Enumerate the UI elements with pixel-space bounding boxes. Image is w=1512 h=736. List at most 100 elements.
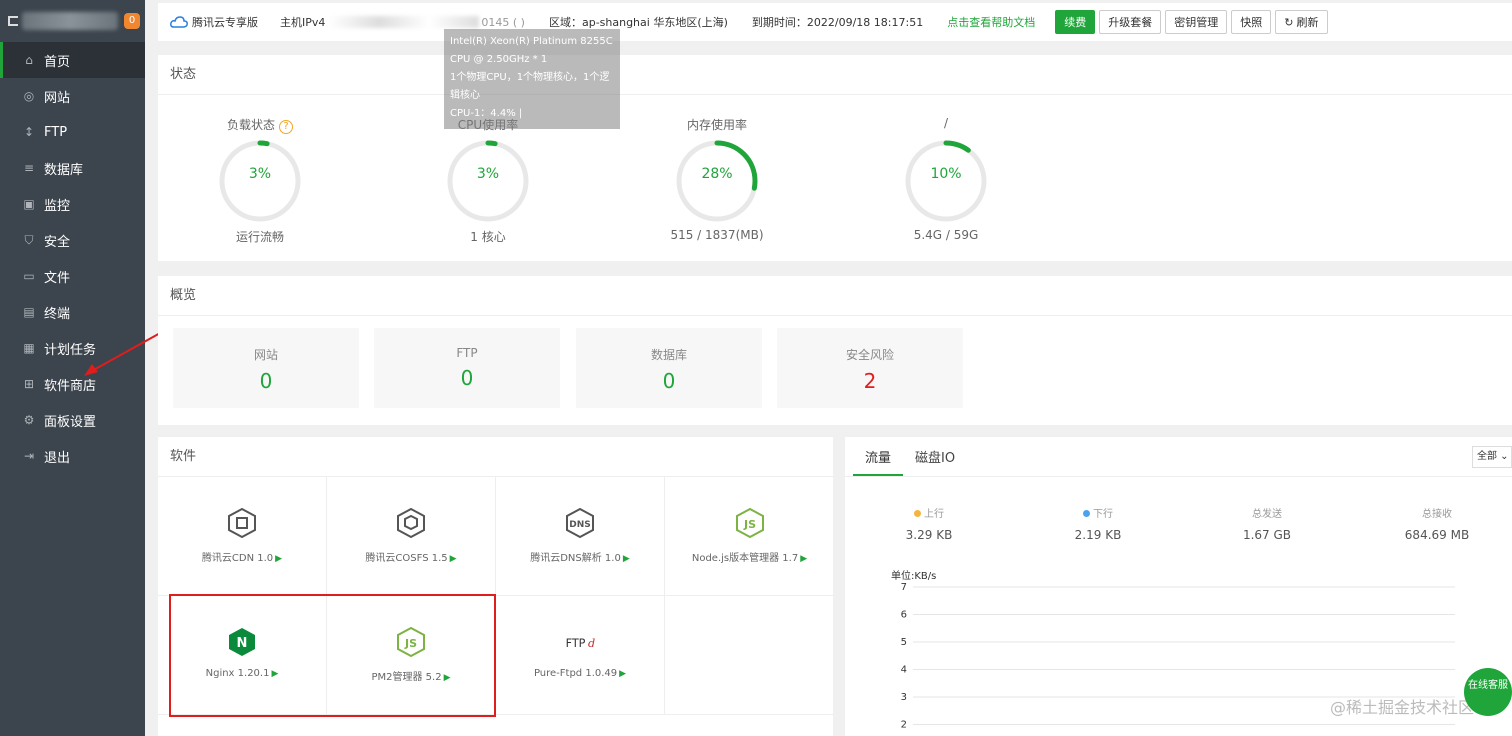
software-item-dns[interactable]: DNS 腾讯云DNS解析 1.0 ▶ [496, 477, 665, 596]
annotation-arrow [84, 331, 163, 376]
gauge-cpu[interactable]: CPU使用率 3% 1 核心 [418, 116, 558, 245]
status-title: 状态 [158, 55, 1512, 95]
gauge-label: / [943, 116, 949, 130]
card-label: 数据库 [650, 348, 687, 362]
nodejs-icon: JS [734, 507, 766, 539]
notification-badge[interactable]: 0 [124, 13, 140, 29]
chart-y-tick: 3 [901, 692, 907, 703]
traffic-panel: 流量 磁盘IO 全部 ⌄ 上行 3.29 KB 下行 2.19 KB 总发送 1… [845, 437, 1512, 736]
gauge-label: 负载状态 [226, 118, 275, 132]
software-item-cosfs[interactable]: 腾讯云COSFS 1.5 ▶ [327, 477, 496, 596]
annotation-highlight-box [169, 594, 496, 717]
sidebar-item-label: 终端 [44, 306, 71, 322]
software-name: Node.js版本管理器 1.7 [691, 553, 799, 564]
sidebar-item-home[interactable]: ⌂ 首页 [0, 42, 145, 78]
monitor-icon: ▣ [23, 197, 35, 211]
gauge-load[interactable]: 负载状态? 3% 运行流畅 [190, 116, 330, 245]
gauge-disk[interactable]: / 10% 5.4G / 59G [876, 116, 1016, 242]
software-name: 腾讯云CDN 1.0 [201, 553, 274, 564]
chart-y-tick: 7 [901, 582, 907, 593]
top-bar: 腾讯云专享版 主机IPv4 0145 ( ) 区域：ap-shanghai 华东… [158, 3, 1512, 41]
cdn-icon [226, 507, 258, 539]
sidebar-item-database[interactable]: ≡ 数据库 [0, 150, 145, 186]
gauge-sub: 5.4G / 59G [913, 228, 979, 242]
tab-traffic[interactable]: 流量 [853, 447, 904, 476]
stat-value: 3.29 KB [905, 528, 953, 542]
cpu-tooltip: Intel(R) Xeon(R) Platinum 8255C CPU @ 2.… [444, 29, 620, 129]
watermark: @稀土掘金技术社区 [1330, 698, 1475, 717]
globe-icon: ◎ [23, 89, 35, 103]
home-icon: ⌂ [25, 53, 33, 67]
stat-label: 上行 [924, 509, 944, 520]
stat-value: 2.19 KB [1074, 528, 1122, 542]
overview-card-ftp[interactable]: FTP 0 [374, 328, 560, 408]
tencent-cloud-icon [170, 16, 188, 28]
overview-card-database[interactable]: 数据库 0 [576, 328, 762, 408]
stat-total-sent: 总发送 1.67 GB [1207, 505, 1327, 542]
gear-icon: ⚙ [23, 413, 35, 427]
ip-tail: 0145 ( ) [481, 15, 525, 29]
version-label: 腾讯云专享版 [192, 16, 258, 29]
stat-label: 总接收 [1422, 509, 1452, 520]
snapshot-button[interactable]: 快照 [1231, 10, 1272, 34]
svg-text:FTP: FTP [566, 637, 586, 650]
stat-label: 下行 [1093, 509, 1113, 520]
sidebar-item-label: FTP [44, 124, 68, 140]
overview-card-security-risk[interactable]: 安全风险 2 [777, 328, 963, 408]
grid-icon: ⊞ [23, 377, 35, 391]
online-service-button[interactable]: 在线客服 [1464, 668, 1512, 716]
refresh-button[interactable]: ↻ 刷新 [1275, 10, 1328, 34]
ftpd-icon: FTP d [564, 626, 596, 658]
upgrade-button[interactable]: 升级套餐 [1099, 10, 1162, 34]
sidebar-item-settings[interactable]: ⚙ 面板设置 [0, 402, 145, 438]
chart-y-tick: 2 [901, 720, 907, 731]
sidebar-item-label: 面板设置 [44, 414, 97, 430]
software-item-cdn[interactable]: 腾讯云CDN 1.0 ▶ [158, 477, 327, 596]
software-item-empty[interactable] [665, 596, 834, 715]
sidebar-item-label: 退出 [44, 450, 71, 466]
stat-label: 总发送 [1252, 509, 1282, 520]
sidebar-item-ftp[interactable]: ↕ FTP [0, 114, 145, 150]
topbar-buttons: 续费 升级套餐 密钥管理 快照 ↻ 刷新 [1055, 10, 1328, 34]
software-item-nodejs[interactable]: JS Node.js版本管理器 1.7 ▶ [665, 477, 834, 596]
sidebar-item-label: 首页 [44, 54, 71, 70]
card-value: 0 [259, 369, 273, 393]
region-label: 区域：ap-shanghai 华东地区(上海) [548, 16, 728, 29]
help-link[interactable]: 点击查看帮助文档 [947, 14, 1035, 30]
network-select[interactable]: 全部 ⌄ [1472, 446, 1512, 468]
sidebar-item-monitor[interactable]: ▣ 监控 [0, 186, 145, 222]
sidebar-item-label: 安全 [44, 234, 71, 250]
sidebar-item-files[interactable]: ▭ 文件 [0, 258, 145, 294]
sidebar-item-logout[interactable]: ⇥ 退出 [0, 438, 145, 474]
key-manage-button[interactable]: 密钥管理 [1165, 10, 1228, 34]
gauge-memory[interactable]: 内存使用率 28% 515 / 1837(MB) [647, 116, 787, 242]
logout-icon: ⇥ [23, 449, 35, 463]
card-label: FTP [456, 346, 478, 360]
tab-disk-io[interactable]: 磁盘IO [903, 447, 967, 476]
tooltip-line: Intel(R) Xeon(R) Platinum 8255C [450, 36, 613, 47]
software-item-pureftpd[interactable]: FTP d Pure-Ftpd 1.0.49 ▶ [496, 596, 665, 715]
sidebar-item-terminal[interactable]: ▤ 终端 [0, 294, 145, 330]
tooltip-line: CPU @ 2.50GHz * 1 [450, 54, 548, 65]
gauge-value: 3% [476, 166, 500, 182]
play-icon: ▶ [622, 554, 630, 564]
sidebar-item-security[interactable]: ⛉ 安全 [0, 222, 145, 258]
sidebar-item-website[interactable]: ◎ 网站 [0, 78, 145, 114]
renew-button[interactable]: 续费 [1055, 10, 1096, 34]
overview-card-website[interactable]: 网站 0 [173, 328, 359, 408]
software-name: Pure-Ftpd 1.0.49 [533, 668, 618, 679]
help-icon[interactable]: ? [279, 120, 293, 134]
refresh-icon: ↻ [1284, 16, 1297, 29]
expire-label: 到期时间：2022/09/18 18:17:51 [751, 16, 924, 29]
cosfs-icon [395, 507, 427, 539]
stat-value: 684.69 MB [1404, 528, 1470, 542]
stat-upload: 上行 3.29 KB [869, 505, 989, 542]
ip-blurred [329, 16, 480, 28]
tooltip-line: 1个物理CPU，1个物理核心，1个逻 [450, 72, 610, 83]
brand-bar: 0 [0, 0, 145, 42]
tooltip-line: 辑核心 [450, 90, 480, 101]
sidebar-item-label: 网站 [44, 90, 71, 106]
card-value: 0 [662, 369, 676, 393]
gauge-sub: 515 / 1837(MB) [670, 228, 764, 242]
svg-text:JS: JS [742, 518, 755, 531]
